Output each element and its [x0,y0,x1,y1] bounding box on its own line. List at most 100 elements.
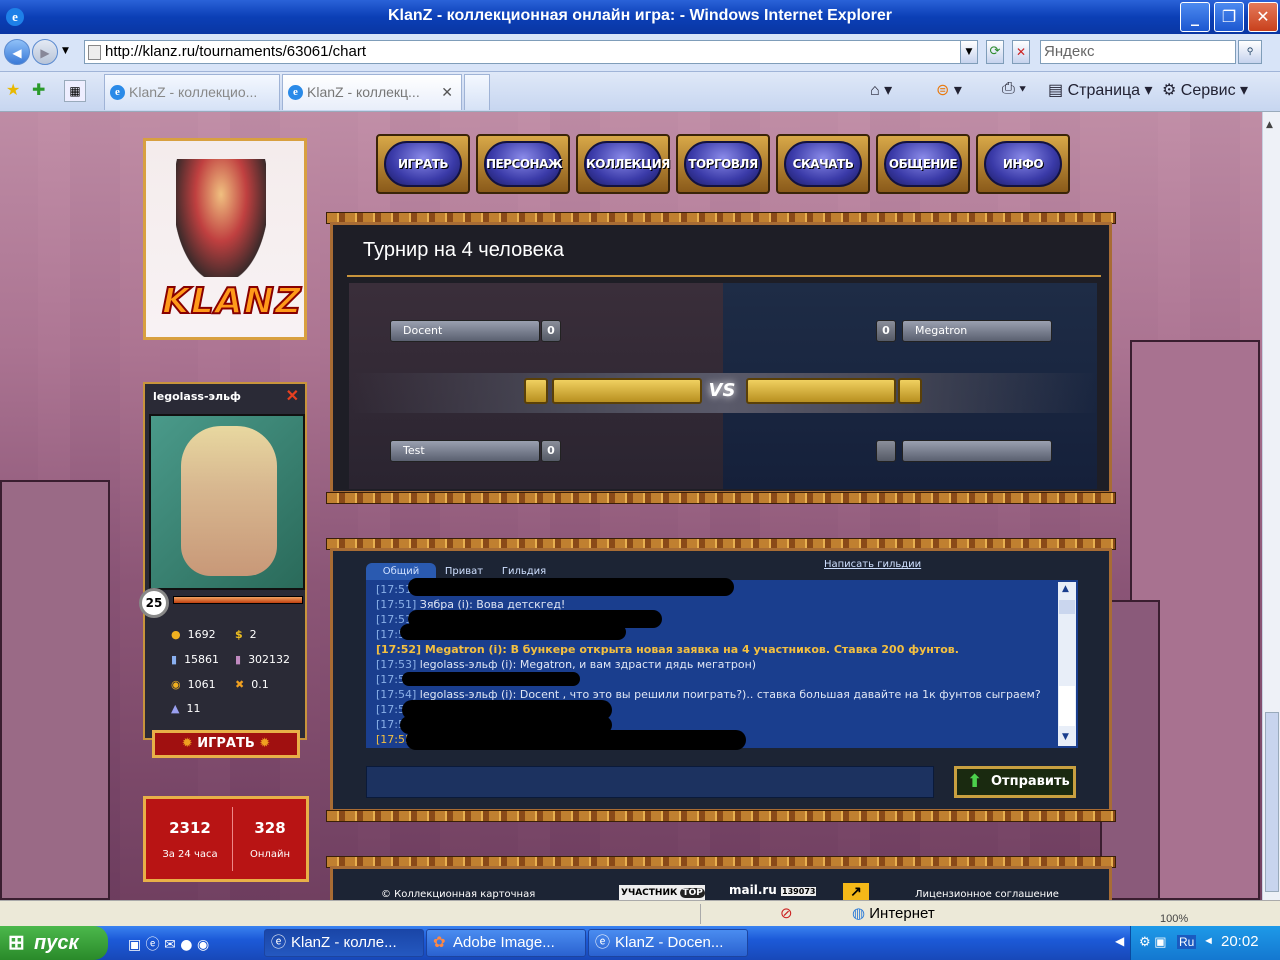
task-adobe[interactable]: ✿ Adobe Image... [426,929,586,957]
badge-text: УЧАСТНИК [621,888,678,898]
copyright-text: © Коллекционная карточная [381,889,536,900]
chat-scroll-up-icon[interactable]: ▲ [1062,584,1069,594]
player-score: 0 [541,320,561,342]
page-scrollbar[interactable]: ▲ [1262,112,1280,900]
quicklaunch-icons[interactable]: ▣ ⓔ ✉ ● ◉ [128,934,209,954]
tab-label: KlanZ - коллекцио... [129,84,258,100]
mailru-counter[interactable]: mail.ru 139073 [729,883,817,897]
chat-scroll-track [1059,686,1075,726]
task-label: KlanZ - колле... [291,934,397,951]
task-klanz-1[interactable]: ⓔ KlanZ - колле... [264,929,424,957]
send-arrow-icon: ⬆ [967,771,983,792]
top-participant-badge[interactable]: УЧАСТНИК TOP [619,885,705,901]
player-slot-megatron[interactable]: Megatron [902,320,1052,342]
chat-scrollbar[interactable]: ▲ ▼ [1058,582,1076,746]
quick-tabs-icon[interactable]: ▦ [64,80,86,102]
stat-wings: ◉ 1061 [171,678,216,691]
experience-bar [173,596,303,604]
avatar[interactable] [149,414,305,590]
wings-icon: ◉ [171,678,181,691]
coins-icon: ● [171,628,181,641]
profile-play-button[interactable]: ✹ ИГРАТЬ ✹ [152,730,300,758]
counter-day-value: 2312 [169,819,211,837]
menu-collection[interactable]: КОЛЛЕКЦИЯ [576,134,670,194]
search-icon[interactable]: ⚲ [1238,40,1262,64]
chat-scroll-thumb[interactable] [1059,600,1075,614]
badge-text: TOP [680,888,705,898]
send-button[interactable]: ⬆ Отправить [954,766,1076,798]
url-field[interactable]: http://klanz.ru/tournaments/63061/chart [84,40,978,64]
license-link[interactable]: Лицензионное соглашение [915,889,1059,900]
home-icon[interactable]: ⌂ ▾ [870,80,892,100]
language-indicator[interactable]: Ru [1177,935,1197,949]
scrollbar-thumb[interactable] [1265,712,1279,892]
send-label: Отправить [991,774,1070,789]
tray-icons: ⚙ ▣ [1139,934,1167,949]
divider [347,275,1101,277]
menu-download[interactable]: СКАЧАТЬ [776,134,870,194]
globe-icon: ◍ [852,905,866,922]
service-menu-label: Сервис [1180,82,1236,99]
maximize-button[interactable]: ❐ [1214,2,1244,32]
service-menu[interactable]: ⚙ Сервис ▾ [1162,80,1248,100]
ie-tab-icon: e [110,85,125,100]
favorites-star-icon[interactable]: ★ [6,80,20,99]
feeds-icon[interactable]: ⊜ ▾ [936,80,962,100]
start-button[interactable]: ⊞ пуск [0,926,108,960]
ie-icon: ⓔ [271,934,287,951]
close-button[interactable]: ✕ [1248,2,1278,32]
klanz-logo[interactable]: KLANZ [143,138,307,340]
badge-text: 139073 [781,887,817,896]
player-slot-empty[interactable] [902,440,1052,462]
player-slot-docent[interactable]: Docent [390,320,540,342]
page-menu-label: Страница [1067,82,1141,99]
player-name: Docent [403,324,443,337]
chat-scroll-down-icon[interactable]: ▼ [1062,732,1069,742]
stat-money: $ 2 [235,628,257,641]
counter-online-label: Онлайн [250,849,290,860]
tabs-bar: ★ ✚ ▦ e KlanZ - коллекцио... e KlanZ - кол… [0,72,1280,112]
menu-label: ОБЩЕНИЕ [884,141,962,187]
zoom-label: 100% [1160,913,1189,925]
stat-gold: ● 1692 [171,628,216,641]
player-score: 0 [541,440,561,462]
new-tab-button[interactable] [464,74,490,110]
redaction [402,672,580,686]
url-dropdown-icon[interactable]: ▼ [960,40,978,64]
menu-trade[interactable]: ТОРГОВЛЯ [676,134,770,194]
minimize-button[interactable]: _ [1180,2,1210,32]
write-guild-link[interactable]: Написать гильдии [824,559,921,570]
menu-character[interactable]: ПЕРСОНАЖ [476,134,570,194]
search-input[interactable]: Яндекс [1040,40,1236,64]
menu-info[interactable]: ИНФО [976,134,1070,194]
back-icon[interactable]: ◀ [4,39,30,65]
footer-panel: © Коллекционная карточная УЧАСТНИК TOP m… [330,866,1112,903]
semifinal-score-right [898,378,922,404]
stop-icon[interactable]: ✕ [1012,40,1030,64]
profile-close-icon[interactable]: ✕ [286,386,299,406]
page-menu[interactable]: ▤ Страница ▾ [1048,80,1153,100]
player-slot-test[interactable]: Test [390,440,540,462]
chat-input[interactable] [366,766,934,798]
task-klanz-2[interactable]: ⓔ KlanZ - Docen... [588,929,748,957]
chat-line-highlight: [17:52] Megatron (i): В бункере открыта … [376,643,959,656]
windows-logo-icon: ⊞ [8,932,25,954]
ie-tab-icon: e [288,85,303,100]
menu-communication[interactable]: ОБЩЕНИЕ [876,134,970,194]
zoom-level[interactable]: 100% [1160,913,1188,925]
stat-total: ▮ 302132 [235,653,291,666]
tab-2[interactable]: e KlanZ - коллекц... ✕ [282,74,462,110]
print-icon[interactable]: ⎙ ▾ [1002,80,1026,98]
scroll-up-icon[interactable]: ▲ [1266,120,1273,130]
player-name: Megatron [915,324,968,337]
player-name: Test [403,444,425,457]
forward-icon[interactable]: ▶ [32,39,58,65]
add-favorites-icon[interactable]: ✚ [32,80,45,99]
tab-1[interactable]: e KlanZ - коллекцио... [104,74,280,110]
tab-close-icon[interactable]: ✕ [441,75,453,109]
divider [700,904,701,924]
history-dropdown-icon[interactable]: ▼ [62,46,69,56]
refresh-icon[interactable]: ⟳ [986,40,1004,64]
menu-play[interactable]: ИГРАТЬ [376,134,470,194]
badge-text: mail.ru [729,883,777,897]
